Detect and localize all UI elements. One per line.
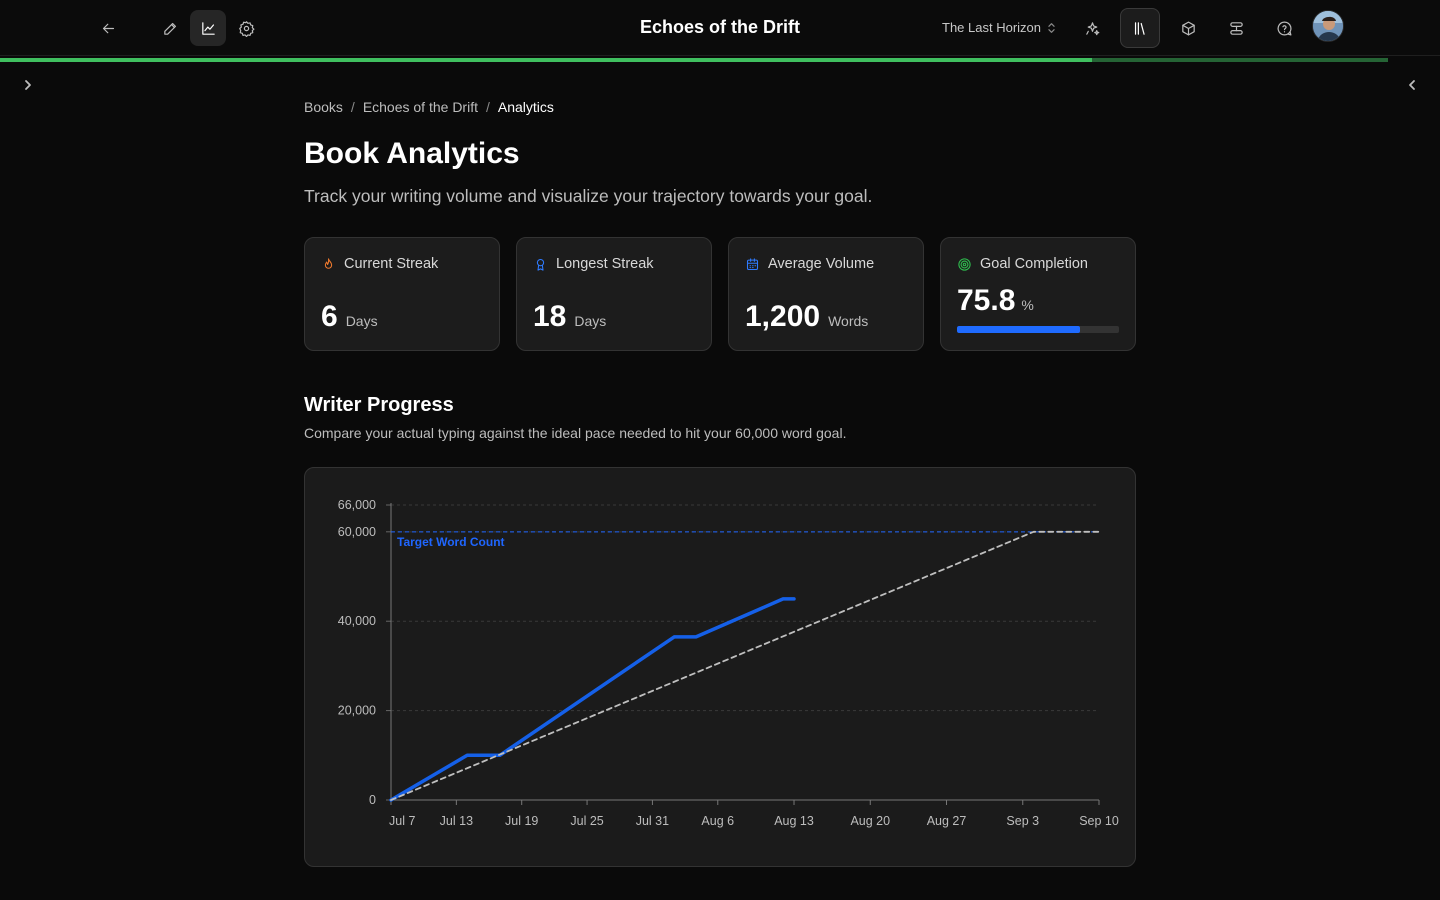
longest-streak-value: 18 bbox=[533, 300, 567, 333]
chevron-left-icon bbox=[1409, 80, 1415, 90]
line-chart-icon bbox=[201, 21, 215, 35]
breadcrumb-separator: / bbox=[485, 99, 490, 115]
avatar[interactable] bbox=[1312, 10, 1344, 42]
ai-button[interactable] bbox=[1074, 10, 1110, 46]
card-header: Goal Completion bbox=[957, 256, 1088, 272]
longest-streak-card: Longest Streak 18 Days bbox=[516, 237, 712, 351]
goal-completion-unit: % bbox=[1021, 297, 1034, 313]
x-tick-label: Jul 7 bbox=[389, 814, 415, 828]
y-tick-label: 40,000 bbox=[338, 614, 376, 628]
average-volume-value-group: 1,200 Words bbox=[745, 300, 868, 334]
breadcrumb-separator: / bbox=[350, 99, 355, 115]
average-volume-card: Average Volume 1,200 Words bbox=[728, 237, 924, 351]
x-tick-label: Aug 27 bbox=[927, 814, 967, 828]
goal-completion-card: Goal Completion 75.8 % bbox=[940, 237, 1136, 351]
book-progress-fill bbox=[0, 58, 1093, 62]
calendar-icon bbox=[746, 257, 759, 270]
user-avatar-image bbox=[1313, 11, 1343, 41]
workflow-button[interactable] bbox=[1218, 10, 1254, 46]
gear-icon bbox=[238, 20, 254, 37]
x-tick-label: Aug 13 bbox=[774, 814, 814, 828]
x-tick-label: Aug 6 bbox=[701, 814, 734, 828]
y-tick-label: 66,000 bbox=[338, 498, 376, 512]
analytics-button[interactable] bbox=[190, 10, 226, 46]
left-sidebar-toggle[interactable] bbox=[17, 74, 39, 96]
back-button[interactable] bbox=[90, 10, 126, 46]
chevron-right-icon bbox=[25, 80, 31, 90]
book-progress-bar bbox=[0, 58, 1388, 62]
x-tick-label: Jul 25 bbox=[570, 814, 603, 828]
main-content: Books / Echoes of the Drift / Analytics … bbox=[304, 96, 1136, 867]
current-streak-unit: Days bbox=[345, 313, 378, 329]
edit-button[interactable] bbox=[152, 10, 188, 46]
right-sidebar-toggle[interactable] bbox=[1401, 74, 1423, 96]
x-tick-label: Jul 31 bbox=[636, 814, 669, 828]
writer-progress-title: Writer Progress bbox=[304, 394, 454, 416]
card-header: Current Streak bbox=[321, 256, 438, 272]
library-button[interactable] bbox=[1120, 8, 1160, 48]
project-selector-label: The Last Horizon bbox=[942, 20, 1041, 35]
writer-progress-subtitle: Compare your actual typing against the i… bbox=[304, 425, 847, 441]
ideal-pace-line bbox=[390, 530, 1100, 801]
card-header: Average Volume bbox=[745, 256, 874, 272]
pencil-icon bbox=[163, 22, 176, 35]
project-selector[interactable]: The Last Horizon bbox=[942, 20, 1056, 35]
average-volume-label: Average Volume bbox=[768, 256, 875, 272]
goal-completion-bar bbox=[957, 326, 1119, 333]
actual-progress-line bbox=[389, 597, 796, 802]
cube-button[interactable] bbox=[1170, 10, 1206, 46]
current-streak-value: 6 bbox=[321, 300, 338, 333]
x-tick-label: Sep 10 bbox=[1079, 814, 1119, 828]
target-reference-label: Target Word Count bbox=[397, 535, 505, 549]
goal-completion-label: Goal Completion bbox=[980, 256, 1088, 272]
stats-cards: Current Streak 6 Days Longest Streak 18 … bbox=[304, 237, 1136, 351]
arrow-left-icon bbox=[102, 23, 114, 33]
y-tick-label: 0 bbox=[369, 793, 376, 807]
y-tick-label: 60,000 bbox=[338, 525, 376, 539]
breadcrumb: Books / Echoes of the Drift / Analytics bbox=[304, 96, 1136, 118]
current-streak-card: Current Streak 6 Days bbox=[304, 237, 500, 351]
help-circle-icon bbox=[1277, 21, 1292, 35]
page-subtitle: Track your writing volume and visualize … bbox=[304, 186, 873, 206]
card-header: Longest Streak bbox=[533, 256, 654, 272]
breadcrumb-item-books[interactable]: Books bbox=[304, 99, 343, 115]
average-volume-unit: Words bbox=[828, 313, 869, 329]
chevron-up-down-icon bbox=[1048, 22, 1055, 33]
help-button[interactable] bbox=[1266, 10, 1302, 46]
breadcrumb-current: Analytics bbox=[497, 99, 554, 115]
longest-streak-value-group: 18 Days bbox=[533, 300, 606, 334]
cube-icon bbox=[1181, 21, 1195, 35]
x-tick-label: Aug 20 bbox=[850, 814, 890, 828]
award-icon bbox=[536, 258, 545, 271]
goal-completion-value: 75.8 bbox=[957, 284, 1016, 317]
goal-completion-bar-fill bbox=[957, 326, 1080, 333]
flame-icon bbox=[324, 257, 333, 269]
book-progress-remaining bbox=[1092, 58, 1388, 62]
x-tick-label: Sep 3 bbox=[1006, 814, 1039, 828]
top-bar: Echoes of the Drift The Last Horizon bbox=[0, 0, 1440, 56]
current-streak-label: Current Streak bbox=[344, 256, 439, 272]
longest-streak-unit: Days bbox=[574, 313, 607, 329]
target-icon bbox=[958, 257, 971, 271]
x-tick-label: Jul 19 bbox=[505, 814, 538, 828]
writer-progress-chart-card: 0 20,000 40,000 60,000 66,000 Jul 7 Jul 13 Jul … bbox=[304, 467, 1136, 867]
y-tick-label: 20,000 bbox=[338, 704, 376, 718]
average-volume-value: 1,200 bbox=[745, 300, 821, 333]
x-tick-label: Jul 13 bbox=[440, 814, 473, 828]
longest-streak-label: Longest Streak bbox=[556, 256, 654, 272]
library-icon bbox=[1134, 21, 1145, 35]
writer-progress-chart: 0 20,000 40,000 60,000 66,000 Jul 7 Jul 13 Jul … bbox=[338, 498, 1119, 828]
workflow-icon bbox=[1229, 21, 1243, 35]
breadcrumb-item-book[interactable]: Echoes of the Drift bbox=[363, 99, 478, 115]
settings-button[interactable] bbox=[228, 10, 264, 46]
goal-completion-value-group: 75.8 % bbox=[957, 284, 1034, 318]
page-title: Book Analytics bbox=[304, 137, 520, 170]
sparkles-icon bbox=[1085, 21, 1099, 35]
current-streak-value-group: 6 Days bbox=[321, 300, 378, 334]
